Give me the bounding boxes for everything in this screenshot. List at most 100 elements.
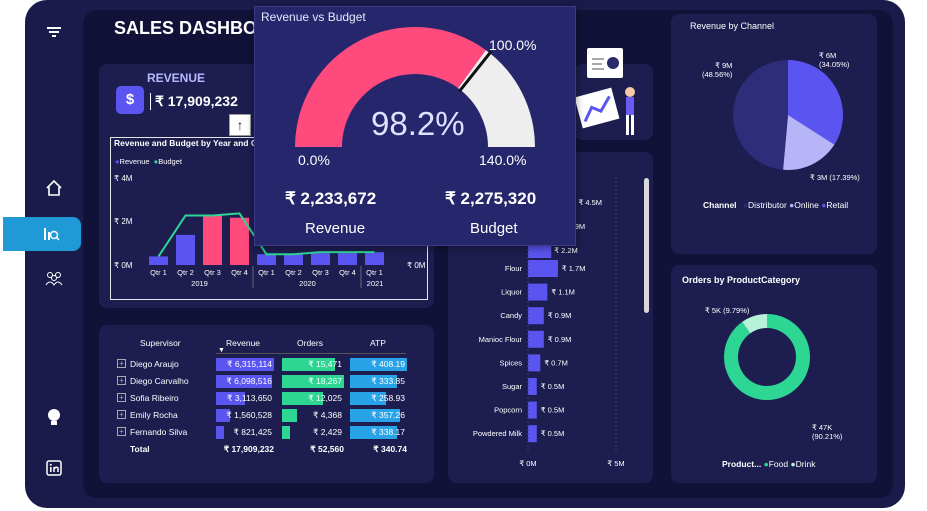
analytics-icon[interactable]: [3, 217, 81, 251]
revenue-bar: [176, 234, 195, 265]
scrollbar[interactable]: [644, 178, 649, 313]
revenue-bar: [257, 254, 276, 265]
supervisor-table: Supervisor Revenue ▼ Orders ATP + Diego …: [110, 333, 420, 473]
expand-icon[interactable]: +: [117, 393, 126, 402]
drill-up-icon[interactable]: ↑: [229, 114, 251, 136]
gauge-percent: 98.2%: [371, 105, 465, 142]
donut-legend: Product... ●Food ●Drink: [722, 459, 816, 469]
product-label: Powdered Milk: [473, 429, 522, 438]
home-icon[interactable]: [25, 172, 83, 204]
total-revenue: ₹ 17,909,232: [223, 444, 274, 454]
product-bar: [528, 283, 548, 301]
supervisor-name: Fernando Silva: [130, 427, 188, 437]
col-revenue[interactable]: Revenue: [226, 338, 260, 348]
dollar-icon: $: [116, 86, 144, 114]
revenue-bar: [149, 256, 168, 265]
product-bar: [528, 401, 537, 419]
table-row[interactable]: + Fernando Silva ₹ 821,425 ₹ 2,429 ₹ 338…: [110, 426, 410, 440]
product-value: ₹ 0.5M: [541, 429, 565, 438]
quarter-tick: Qtr 4: [231, 268, 248, 277]
donut-label-food: ₹ 47K (90.21%): [812, 423, 843, 441]
product-value: ₹ 4.5M: [579, 198, 603, 207]
quarter-tick: Qtr 3: [204, 268, 221, 277]
revenue-value: ₹ 17,909,232: [150, 93, 238, 110]
expand-icon[interactable]: +: [117, 427, 126, 436]
revenue-bar: [338, 252, 357, 265]
quarter-tick: Qtr 2: [177, 268, 194, 277]
product-label: Flour: [505, 264, 523, 273]
expand-icon[interactable]: +: [117, 410, 126, 419]
revenue-bar: [365, 252, 384, 265]
expand-icon[interactable]: +: [117, 376, 126, 385]
expand-icon[interactable]: +: [117, 359, 126, 368]
atp-cell: ₹ 357.26: [350, 409, 407, 422]
table-row[interactable]: + Emily Rocha ₹ 1,560,528 ₹ 4,368 ₹ 357.…: [110, 409, 410, 423]
lightbulb-icon[interactable]: [25, 402, 83, 434]
product-value: ₹ 1.1M: [551, 288, 575, 297]
revenue-cell: ₹ 6,098,516: [216, 375, 274, 388]
table-row[interactable]: + Sofia Ribeiro ₹ 3,113,650 ₹ 12,025 ₹ 2…: [110, 392, 410, 406]
linkedin-icon[interactable]: [25, 452, 83, 484]
filter-icon[interactable]: [25, 16, 83, 48]
supervisor-name: Sofia Ribeiro: [130, 393, 179, 403]
donut-slice-food: [724, 314, 810, 400]
revenue-label: REVENUE: [147, 71, 206, 85]
gauge-revenue-label: Revenue: [305, 220, 366, 237]
gauge-end-label: 140.0%: [479, 152, 527, 168]
atp-cell: ₹ 258.93: [350, 392, 407, 405]
legend-food: Food: [768, 459, 789, 469]
report-illustration: [587, 48, 623, 78]
gauge-min-label: 0.0%: [298, 152, 330, 168]
orders-cell: ₹ 4,368: [282, 409, 344, 422]
supervisor-name: Emily Rocha: [130, 410, 178, 420]
col-atp[interactable]: ATP: [370, 338, 386, 348]
year-tick: 2019: [191, 279, 208, 288]
pie-legend-title: Channel: [703, 200, 737, 210]
product-bar: [528, 307, 544, 325]
gauge-revenue-value: ₹ 2,233,672: [285, 189, 377, 208]
product-bar: [528, 378, 537, 395]
table-row[interactable]: + Diego Carvalho ₹ 6,098,516 ₹ 18,267 ₹ …: [110, 375, 410, 389]
year-tick: 2020: [299, 279, 316, 288]
revenue-bar: [284, 254, 303, 265]
pie-chart: [733, 60, 843, 170]
product-value: ₹ 2.2M: [554, 246, 578, 255]
product-label: Sugar: [502, 382, 523, 391]
donut-legend-title: Product...: [722, 459, 762, 469]
revenue-cell: ₹ 821,425: [216, 426, 274, 439]
users-icon[interactable]: [25, 262, 83, 294]
pie-legend: Channel ●Distributor ●Online ●Retail: [703, 200, 849, 210]
revenue-cell: ₹ 1,560,528: [216, 409, 274, 422]
pie-label-online: ₹ 3M (17.39%): [810, 173, 860, 182]
product-value: ₹ 0.7M: [544, 358, 568, 367]
col-supervisor[interactable]: Supervisor: [140, 338, 181, 348]
product-label: Candy: [500, 311, 522, 320]
revenue-cell: ₹ 3,113,650: [216, 392, 274, 405]
gauge-tooltip: Revenue vs Budget 98.2% 100.0% 0.0% 140.…: [254, 6, 576, 246]
donut-label-drink: ₹ 5K (9.79%): [705, 306, 750, 315]
product-value: ₹ 0.9M: [548, 311, 572, 320]
donut-chart: [724, 314, 810, 400]
quarter-tick: Qtr 1: [366, 268, 383, 277]
pie-label-distributor: ₹ 9M (48.56%): [702, 61, 733, 79]
revenue-bar: [203, 215, 222, 265]
legend-online: Online: [794, 200, 819, 210]
product-bar: [528, 425, 537, 443]
legend-distributor: Distributor: [748, 200, 787, 210]
product-value: ₹ 0.5M: [541, 406, 565, 415]
x-tick: ₹ 0M: [519, 459, 536, 468]
product-label: Liquor: [501, 288, 522, 297]
supervisor-name: Diego Araujo: [130, 359, 179, 369]
donut-slice-drink: [742, 314, 768, 334]
pie-label-retail: ₹ 6M (34.05%): [819, 51, 850, 69]
product-value: ₹ 0.5M: [541, 382, 565, 391]
atp-cell: ₹ 408.19: [350, 358, 407, 371]
orders-cell: ₹ 12,025: [282, 392, 344, 405]
col-orders[interactable]: Orders: [297, 338, 323, 348]
pie-slice-distributor: [733, 60, 788, 170]
quarter-tick: Qtr 1: [258, 268, 275, 277]
table-row[interactable]: + Diego Araujo ₹ 6,315,114 ₹ 15,471 ₹ 40…: [110, 358, 410, 372]
total-orders: ₹ 52,560: [310, 444, 344, 454]
quarter-tick: Qtr 4: [339, 268, 356, 277]
total-label: Total: [130, 444, 150, 454]
